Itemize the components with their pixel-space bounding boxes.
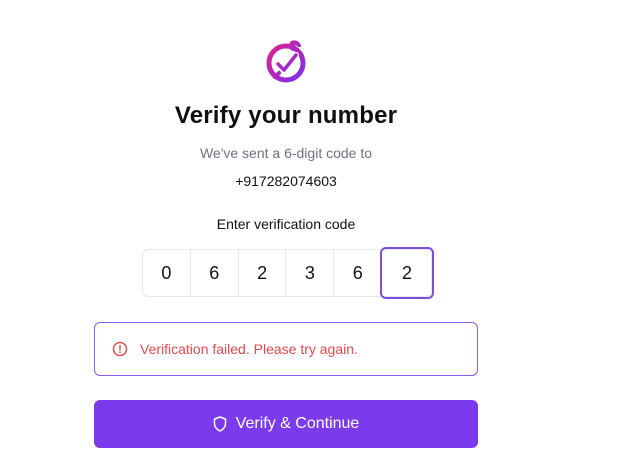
otp-input-group: 0 6 2 3 6 2: [142, 247, 434, 299]
alert-circle-icon: [111, 340, 129, 358]
wrench-check-logo-icon: [266, 40, 306, 83]
otp-digit-5[interactable]: 6: [334, 250, 383, 296]
app-logo: [255, 30, 317, 92]
page-title: Verify your number: [174, 102, 398, 129]
verify-button-label: Verify & Continue: [235, 415, 360, 432]
otp-digit-4[interactable]: 3: [286, 250, 335, 296]
shield-icon: [213, 416, 227, 432]
phone-number: +917282074603: [235, 173, 337, 189]
page-subtitle: We've sent a 6-digit code to: [199, 145, 373, 161]
otp-digit-3[interactable]: 2: [239, 250, 287, 296]
otp-digit-1[interactable]: 0: [143, 250, 191, 296]
error-alert: Verification failed. Please try again.: [94, 322, 478, 376]
verify-number-page: Verify your number We've sent a 6-digit …: [0, 0, 623, 461]
otp-digit-2[interactable]: 6: [191, 250, 239, 296]
otp-digit-6[interactable]: 2: [380, 247, 434, 299]
verify-continue-button[interactable]: Verify & Continue: [94, 400, 478, 448]
verification-code-label: Enter verification code: [216, 216, 356, 232]
error-message: Verification failed. Please try again.: [140, 341, 358, 357]
